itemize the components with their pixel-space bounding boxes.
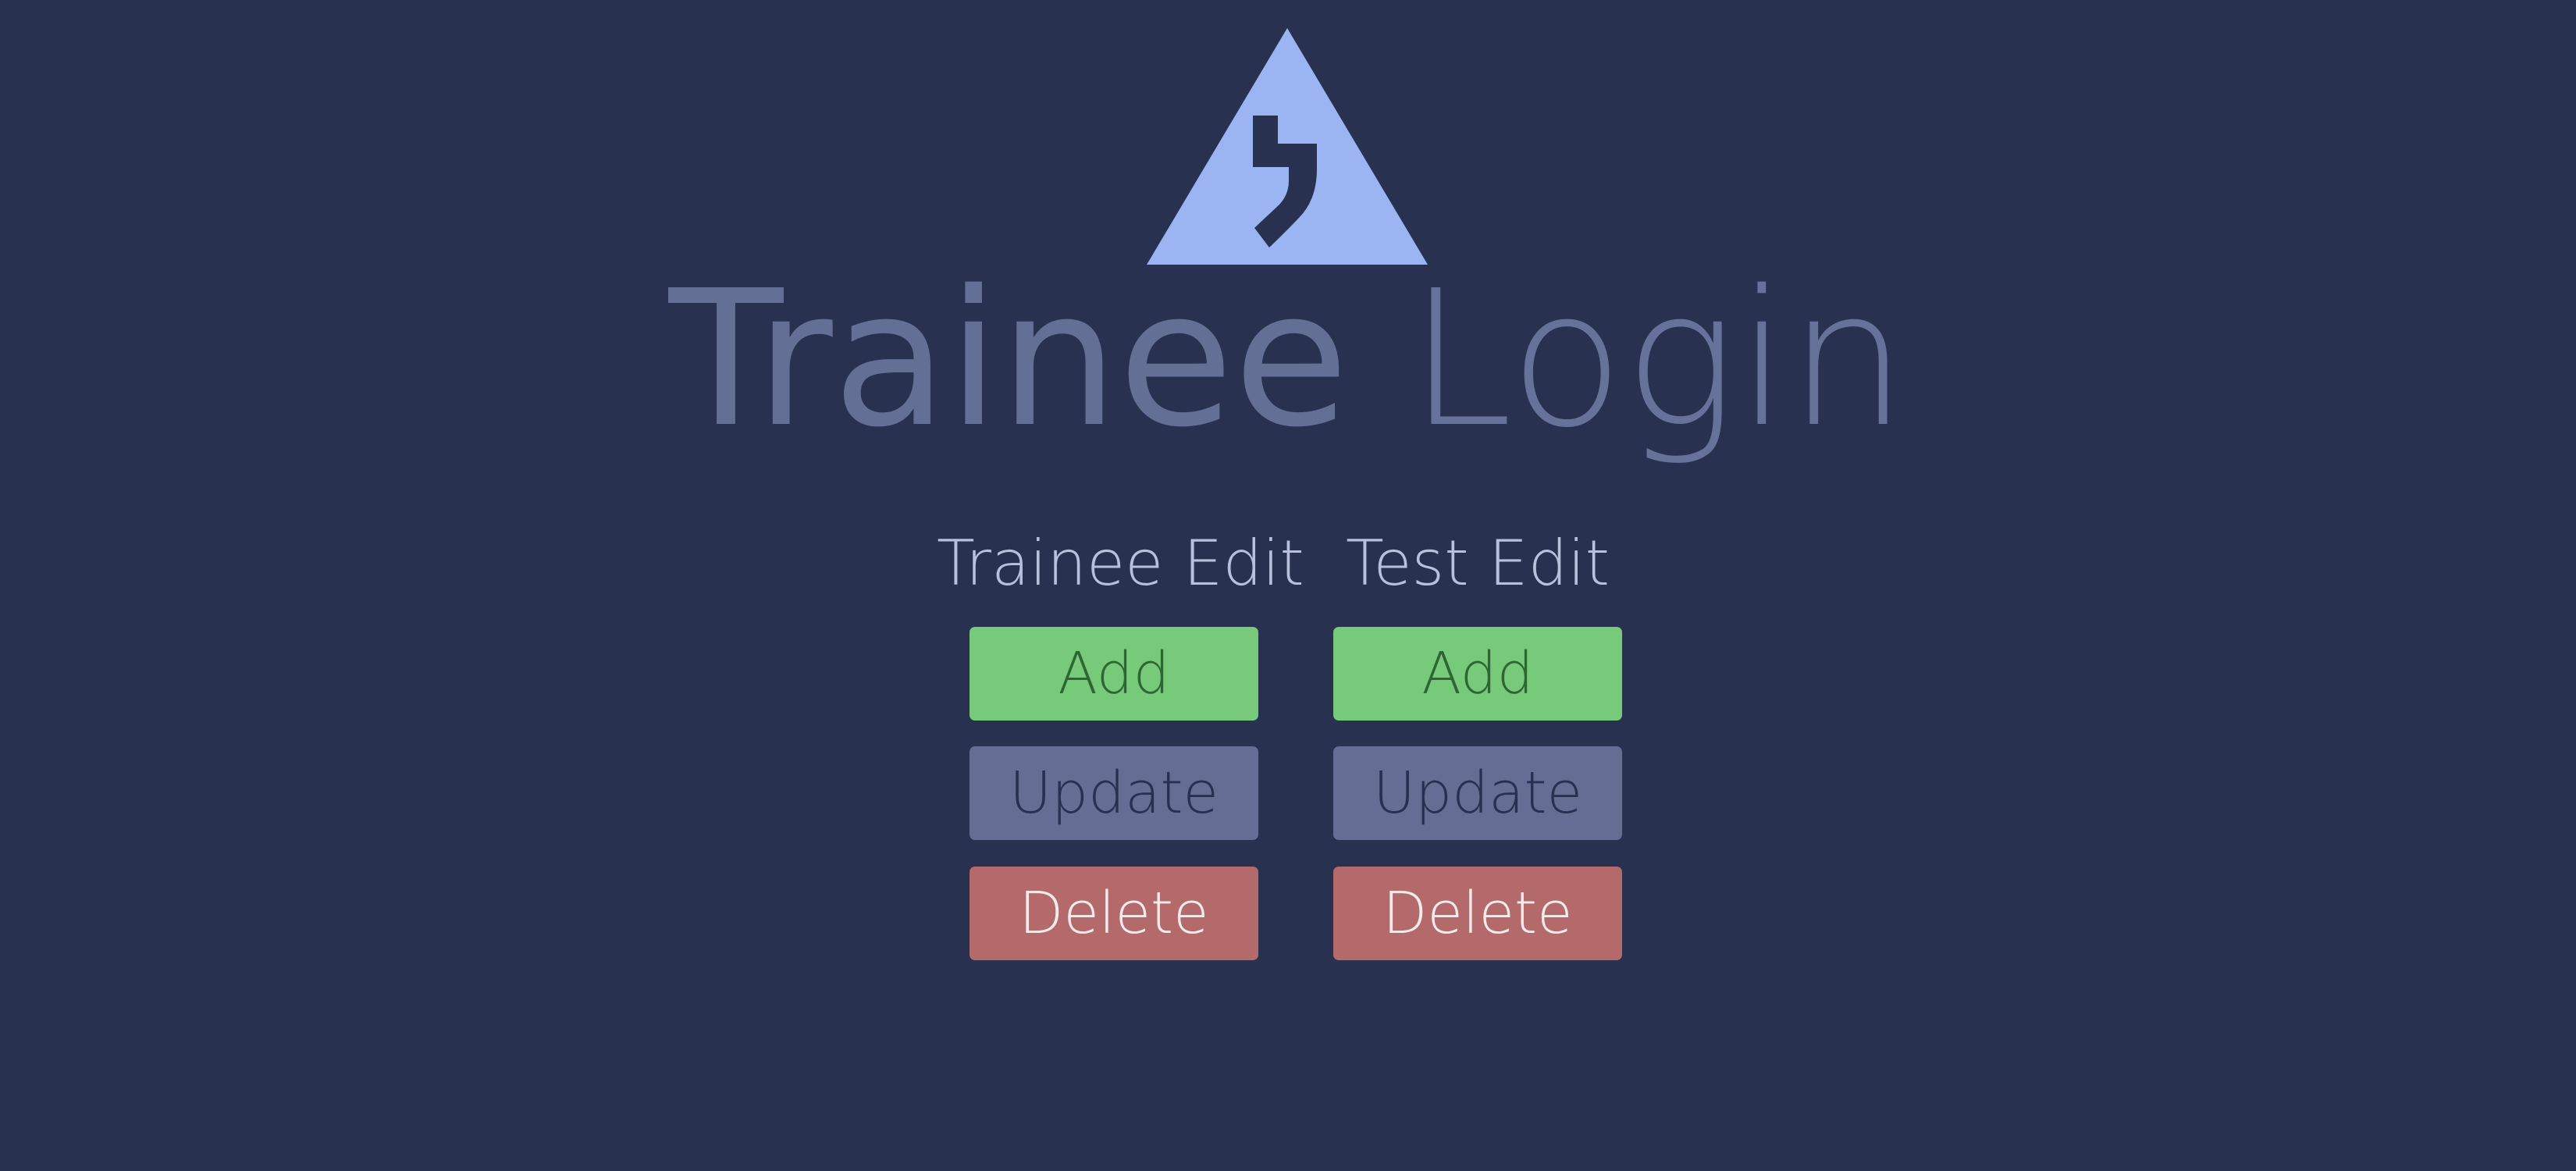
triangle-logo-icon — [1147, 28, 1428, 265]
trainee-edit-heading: Trainee Edit — [937, 527, 1304, 600]
trainee-add-button[interactable]: Add — [970, 627, 1258, 721]
test-add-button[interactable]: Add — [1333, 627, 1622, 721]
logo-graphic — [1147, 28, 1428, 265]
test-edit-heading: Test Edit — [1346, 527, 1610, 600]
trainee-update-button[interactable]: Update — [970, 746, 1258, 840]
page-title: Trainee Login — [0, 258, 2576, 461]
trainee-delete-button[interactable]: Delete — [970, 867, 1258, 960]
test-delete-button[interactable]: Delete — [1333, 867, 1622, 960]
page-title-login: Login — [1408, 250, 1908, 468]
page-title-trainee: Trainee — [668, 250, 1349, 468]
test-update-button[interactable]: Update — [1333, 746, 1622, 840]
